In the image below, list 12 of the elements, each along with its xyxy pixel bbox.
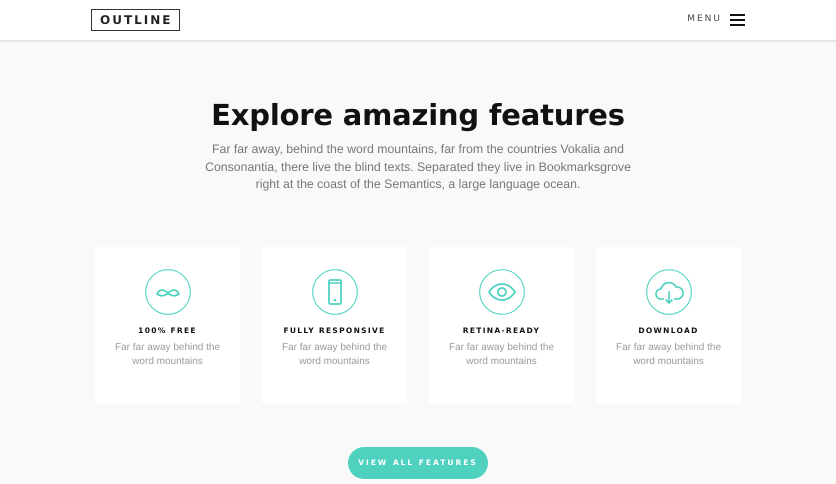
feature-description: Far far away behind the word mountains (280, 341, 388, 370)
menu-icon[interactable] (730, 14, 745, 26)
eye-icon (478, 268, 524, 315)
phone-icon (312, 268, 358, 315)
cloud-download-icon (646, 268, 692, 315)
section-heading: Explore amazing features (210, 98, 626, 133)
menu-link[interactable]: MENU (687, 13, 722, 27)
section-description: Far far away, behind the word mountains, far from the countries Vokalia and Consonantia, there live the blind texts. Separated they live in Bookmarksgrove right at the coast of the Semantics, a large language ocean. (204, 140, 632, 194)
feature-description: Far far away behind the word mountains (114, 341, 222, 370)
logo[interactable]: OUTLINE (91, 9, 180, 31)
feature-description: Far far away behind the word mountains (448, 341, 556, 370)
feature-description: Far far away behind the word mountains (614, 341, 722, 370)
